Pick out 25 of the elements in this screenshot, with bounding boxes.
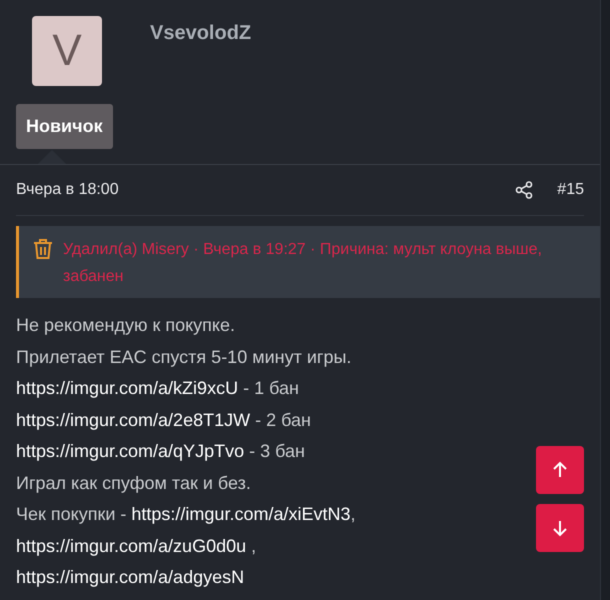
link[interactable]: https://imgur.com/a/kZi9xcU xyxy=(16,378,238,398)
post-text: , xyxy=(350,504,356,524)
post-text: Играл как спуфом так и без. xyxy=(16,472,251,492)
link[interactable]: https://imgur.com/a/qYJpTvo xyxy=(16,441,244,461)
post-text: Не рекомендую к покупке. xyxy=(16,315,235,335)
scroll-up-button[interactable] xyxy=(536,446,584,494)
link[interactable]: https://imgur.com/a/zuG0d0u xyxy=(16,536,246,556)
deleted-notice-text: Удалил(а) Misery · Вчера в 19:27 · Причина: мульт клоуна выше, забанен xyxy=(63,240,543,287)
username: VsevolodZ xyxy=(150,22,252,46)
link[interactable]: https://imgur.com/a/2e8T1JW xyxy=(16,410,250,430)
scroll-down-button[interactable] xyxy=(536,504,584,552)
post-number[interactable]: #15 xyxy=(557,181,584,199)
post-text: , xyxy=(250,536,256,556)
post-text: - 1 бан xyxy=(242,378,299,398)
trash-icon xyxy=(33,238,53,260)
user-rank-badge: Новичок xyxy=(16,104,113,149)
post-text: - 3 бан xyxy=(248,441,305,461)
post-text: Прилетает EAC спустя 5-10 минут игры. xyxy=(16,346,352,366)
user-avatar[interactable]: V xyxy=(32,16,102,86)
link[interactable]: https://imgur.com/a/xiEvtN3 xyxy=(131,504,350,524)
post-text: - 2 бан xyxy=(254,410,311,430)
post-time: Вчера в 18:00 xyxy=(16,181,119,199)
post-text: Чек покупки - xyxy=(16,504,128,524)
share-icon[interactable] xyxy=(515,181,534,199)
link[interactable]: https://imgur.com/a/adgyesN xyxy=(16,567,244,587)
